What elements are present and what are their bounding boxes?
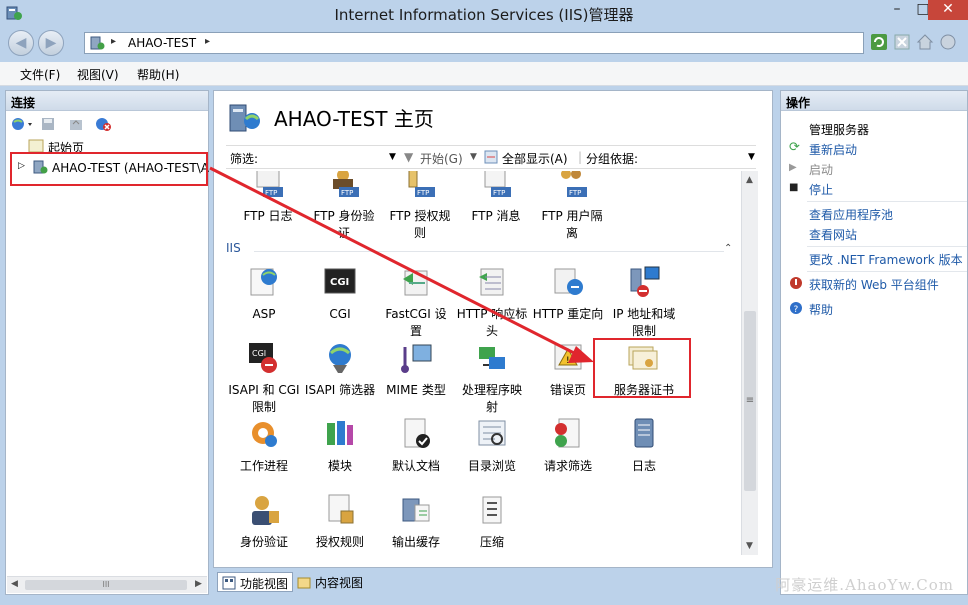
annotation-arrow bbox=[209, 166, 594, 363]
watermark-text: 阿豪运维.AhaoYw.Com bbox=[775, 576, 954, 594]
